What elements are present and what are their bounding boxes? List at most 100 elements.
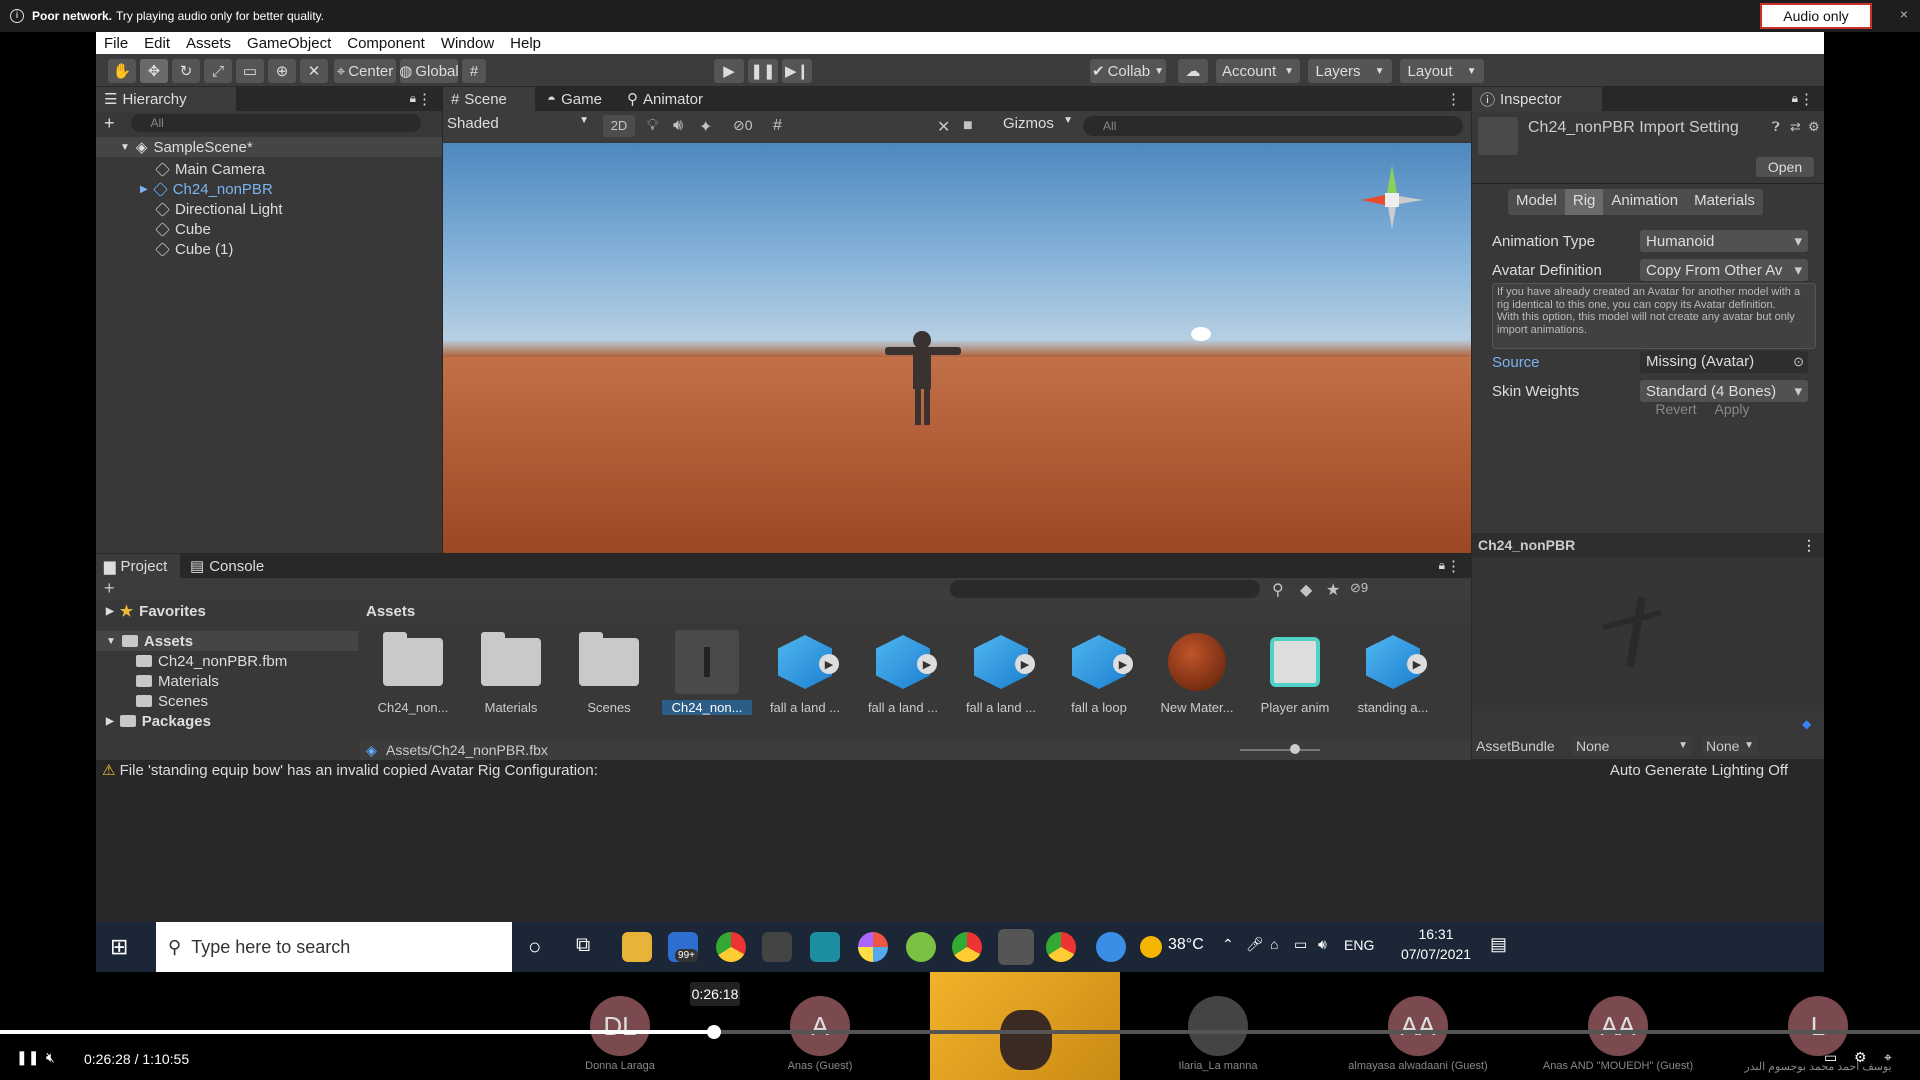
asset-tile[interactable]: New Mater... (1152, 624, 1242, 734)
asset-tile[interactable]: Ch24_non... (368, 624, 458, 734)
asset-tile[interactable]: Scenes (564, 624, 654, 734)
participant-avatar[interactable]: DL (590, 996, 650, 1056)
lighting-status[interactable]: Auto Generate Lighting Off (1610, 760, 1788, 782)
lock-icon[interactable]: 🔒︎ (1792, 91, 1798, 106)
rotate-tool-icon[interactable]: ↻ (172, 59, 200, 83)
tab-game[interactable]: ◓ Game (539, 87, 610, 111)
mail-icon[interactable]: 99+ (668, 932, 698, 962)
temperature[interactable]: 38°C (1168, 936, 1204, 954)
chevron-up-icon[interactable]: ⌃ (1222, 936, 1234, 953)
label-icon[interactable]: ◆ (1300, 580, 1312, 600)
account-dropdown[interactable]: Account ▼ (1216, 59, 1300, 83)
pivot-center-button[interactable]: ⌖ Center (334, 59, 396, 83)
play-overlay-icon[interactable]: ▶ (1113, 654, 1133, 674)
more-icon[interactable]: ⋮ (1446, 90, 1461, 108)
menu-edit[interactable]: Edit (144, 35, 170, 52)
network-icon[interactable]: ⌂ (1270, 936, 1278, 952)
asset-tile[interactable]: ▶ fall a land ... (956, 624, 1046, 734)
more-icon[interactable]: ⋮ (1446, 557, 1461, 575)
light-icon[interactable]: 💡︎ (647, 117, 658, 135)
lock-icon[interactable]: 🔒︎ (1439, 558, 1445, 573)
scene-row[interactable]: ▼ ◈ SampleScene* (96, 137, 442, 157)
tab-project[interactable]: ▆ Project (96, 554, 180, 578)
icon-size-slider-handle[interactable] (1290, 744, 1300, 754)
menu-component[interactable]: Component (347, 35, 425, 52)
chrome-icon[interactable] (1046, 932, 1076, 962)
hierarchy-item-main-camera[interactable]: Main Camera (96, 159, 442, 179)
animation-type-dropdown[interactable]: Humanoid (1640, 230, 1808, 252)
folder-row[interactable]: Materials (96, 671, 358, 691)
folder-row[interactable]: Ch24_nonPBR.fbm (96, 651, 358, 671)
hidden-objects-icon[interactable]: ⊘0 (733, 117, 753, 134)
file-explorer-icon[interactable] (622, 932, 652, 962)
2d-toggle[interactable]: 2D (603, 115, 635, 137)
icon-size-slider[interactable] (1240, 749, 1320, 751)
app-icon[interactable] (810, 932, 840, 962)
participant-avatar[interactable] (1188, 996, 1248, 1056)
asset-tile[interactable]: ▶ fall a loop (1054, 624, 1144, 734)
step-button[interactable]: ▶❙ (782, 59, 812, 83)
project-search-input[interactable] (950, 580, 1260, 598)
target-icon[interactable]: ⊙ (1793, 354, 1804, 370)
layout-dropdown[interactable]: Layout ▼ (1400, 59, 1484, 83)
play-overlay-icon[interactable]: ▶ (1407, 654, 1427, 674)
participant-avatar[interactable]: A (790, 996, 850, 1056)
pause-button[interactable]: ❚❚ (748, 59, 778, 83)
warning-message[interactable]: File 'standing equip bow' has an invalid… (120, 762, 598, 779)
scene-viewport[interactable] (443, 143, 1471, 553)
battery-icon[interactable]: ▭ (1294, 936, 1307, 953)
tab-console[interactable]: ▤ Console (182, 554, 272, 578)
microphone-icon[interactable]: 🎤︎ (1246, 936, 1264, 953)
app-icon[interactable] (906, 932, 936, 962)
avatar-definition-dropdown[interactable]: Copy From Other Av (1640, 259, 1808, 281)
windows-start-icon[interactable]: ⊞ (110, 934, 128, 960)
collab-button[interactable]: ✔ Collab ▼ (1090, 59, 1166, 83)
rect-tool-icon[interactable]: ▭ (236, 59, 264, 83)
menu-gameobject[interactable]: GameObject (247, 35, 331, 52)
language-indicator[interactable]: ENG (1344, 937, 1374, 953)
volume-icon[interactable]: 🔊︎ (1318, 936, 1327, 953)
cloud-icon[interactable]: ☁ (1178, 59, 1208, 83)
hierarchy-item-ch24[interactable]: ▶ Ch24_nonPBR (96, 179, 442, 199)
mute-icon[interactable]: 🔇︎ (46, 1049, 55, 1066)
packages-row[interactable]: ▶ Packages (96, 711, 358, 731)
open-button[interactable]: Open (1756, 157, 1814, 177)
hand-tool-icon[interactable]: ✋ (108, 59, 136, 83)
source-object-field[interactable]: Missing (Avatar) (1640, 351, 1808, 373)
move-tool-icon[interactable]: ✥ (140, 59, 168, 83)
assets-breadcrumb[interactable]: Assets (360, 601, 1471, 623)
add-icon[interactable]: + (104, 113, 115, 134)
app-icon[interactable] (858, 932, 888, 962)
audio-only-button[interactable]: Audio only (1760, 3, 1872, 29)
tab-materials[interactable]: Materials (1686, 189, 1763, 215)
tab-scene[interactable]: # Scene (443, 87, 535, 111)
preview-area[interactable] (1472, 557, 1824, 711)
hierarchy-item-cube-1[interactable]: Cube (1) (96, 239, 442, 259)
hidden-packages-icon[interactable]: ⊘9 (1350, 580, 1368, 596)
asset-tile[interactable]: ▶ standing a... (1348, 624, 1438, 734)
help-icon[interactable]: ❓︎ (1772, 119, 1780, 135)
tab-rig[interactable]: Rig (1564, 189, 1604, 215)
tab-inspector[interactable]: ⓘ Inspector (1472, 87, 1602, 111)
hierarchy-search-input[interactable]: All (130, 114, 421, 132)
favorites-row[interactable]: ▶ ★ Favorites (96, 601, 358, 621)
gear-icon[interactable]: ⚙ (1808, 119, 1820, 135)
asset-tile[interactable]: Ch24_non... (662, 624, 752, 734)
asset-tile[interactable]: Player anim (1250, 624, 1340, 734)
asset-tile[interactable]: Materials (466, 624, 556, 734)
clock-date[interactable]: 07/07/2021 (1396, 946, 1476, 962)
folder-row[interactable]: Scenes (96, 691, 358, 711)
tab-hierarchy[interactable]: ☰ Hierarchy (96, 87, 236, 111)
more-icon[interactable]: ⋮ (1802, 533, 1816, 557)
assetbundle-dropdown[interactable]: None ▼ (1572, 736, 1692, 756)
pin-icon[interactable]: ⌖ (1884, 1049, 1892, 1066)
tab-animation[interactable]: Animation (1603, 189, 1687, 215)
asset-tile[interactable]: ▶ fall a land ... (858, 624, 948, 734)
app-icon[interactable] (762, 932, 792, 962)
add-icon[interactable]: + (104, 578, 115, 599)
transform-tool-icon[interactable]: ⊕ (268, 59, 296, 83)
menu-assets[interactable]: Assets (186, 35, 231, 52)
menu-help[interactable]: Help (510, 35, 541, 52)
assetbundle-variant-dropdown[interactable]: None ▼ (1702, 736, 1758, 756)
lock-icon[interactable]: 🔒︎ (410, 91, 416, 106)
